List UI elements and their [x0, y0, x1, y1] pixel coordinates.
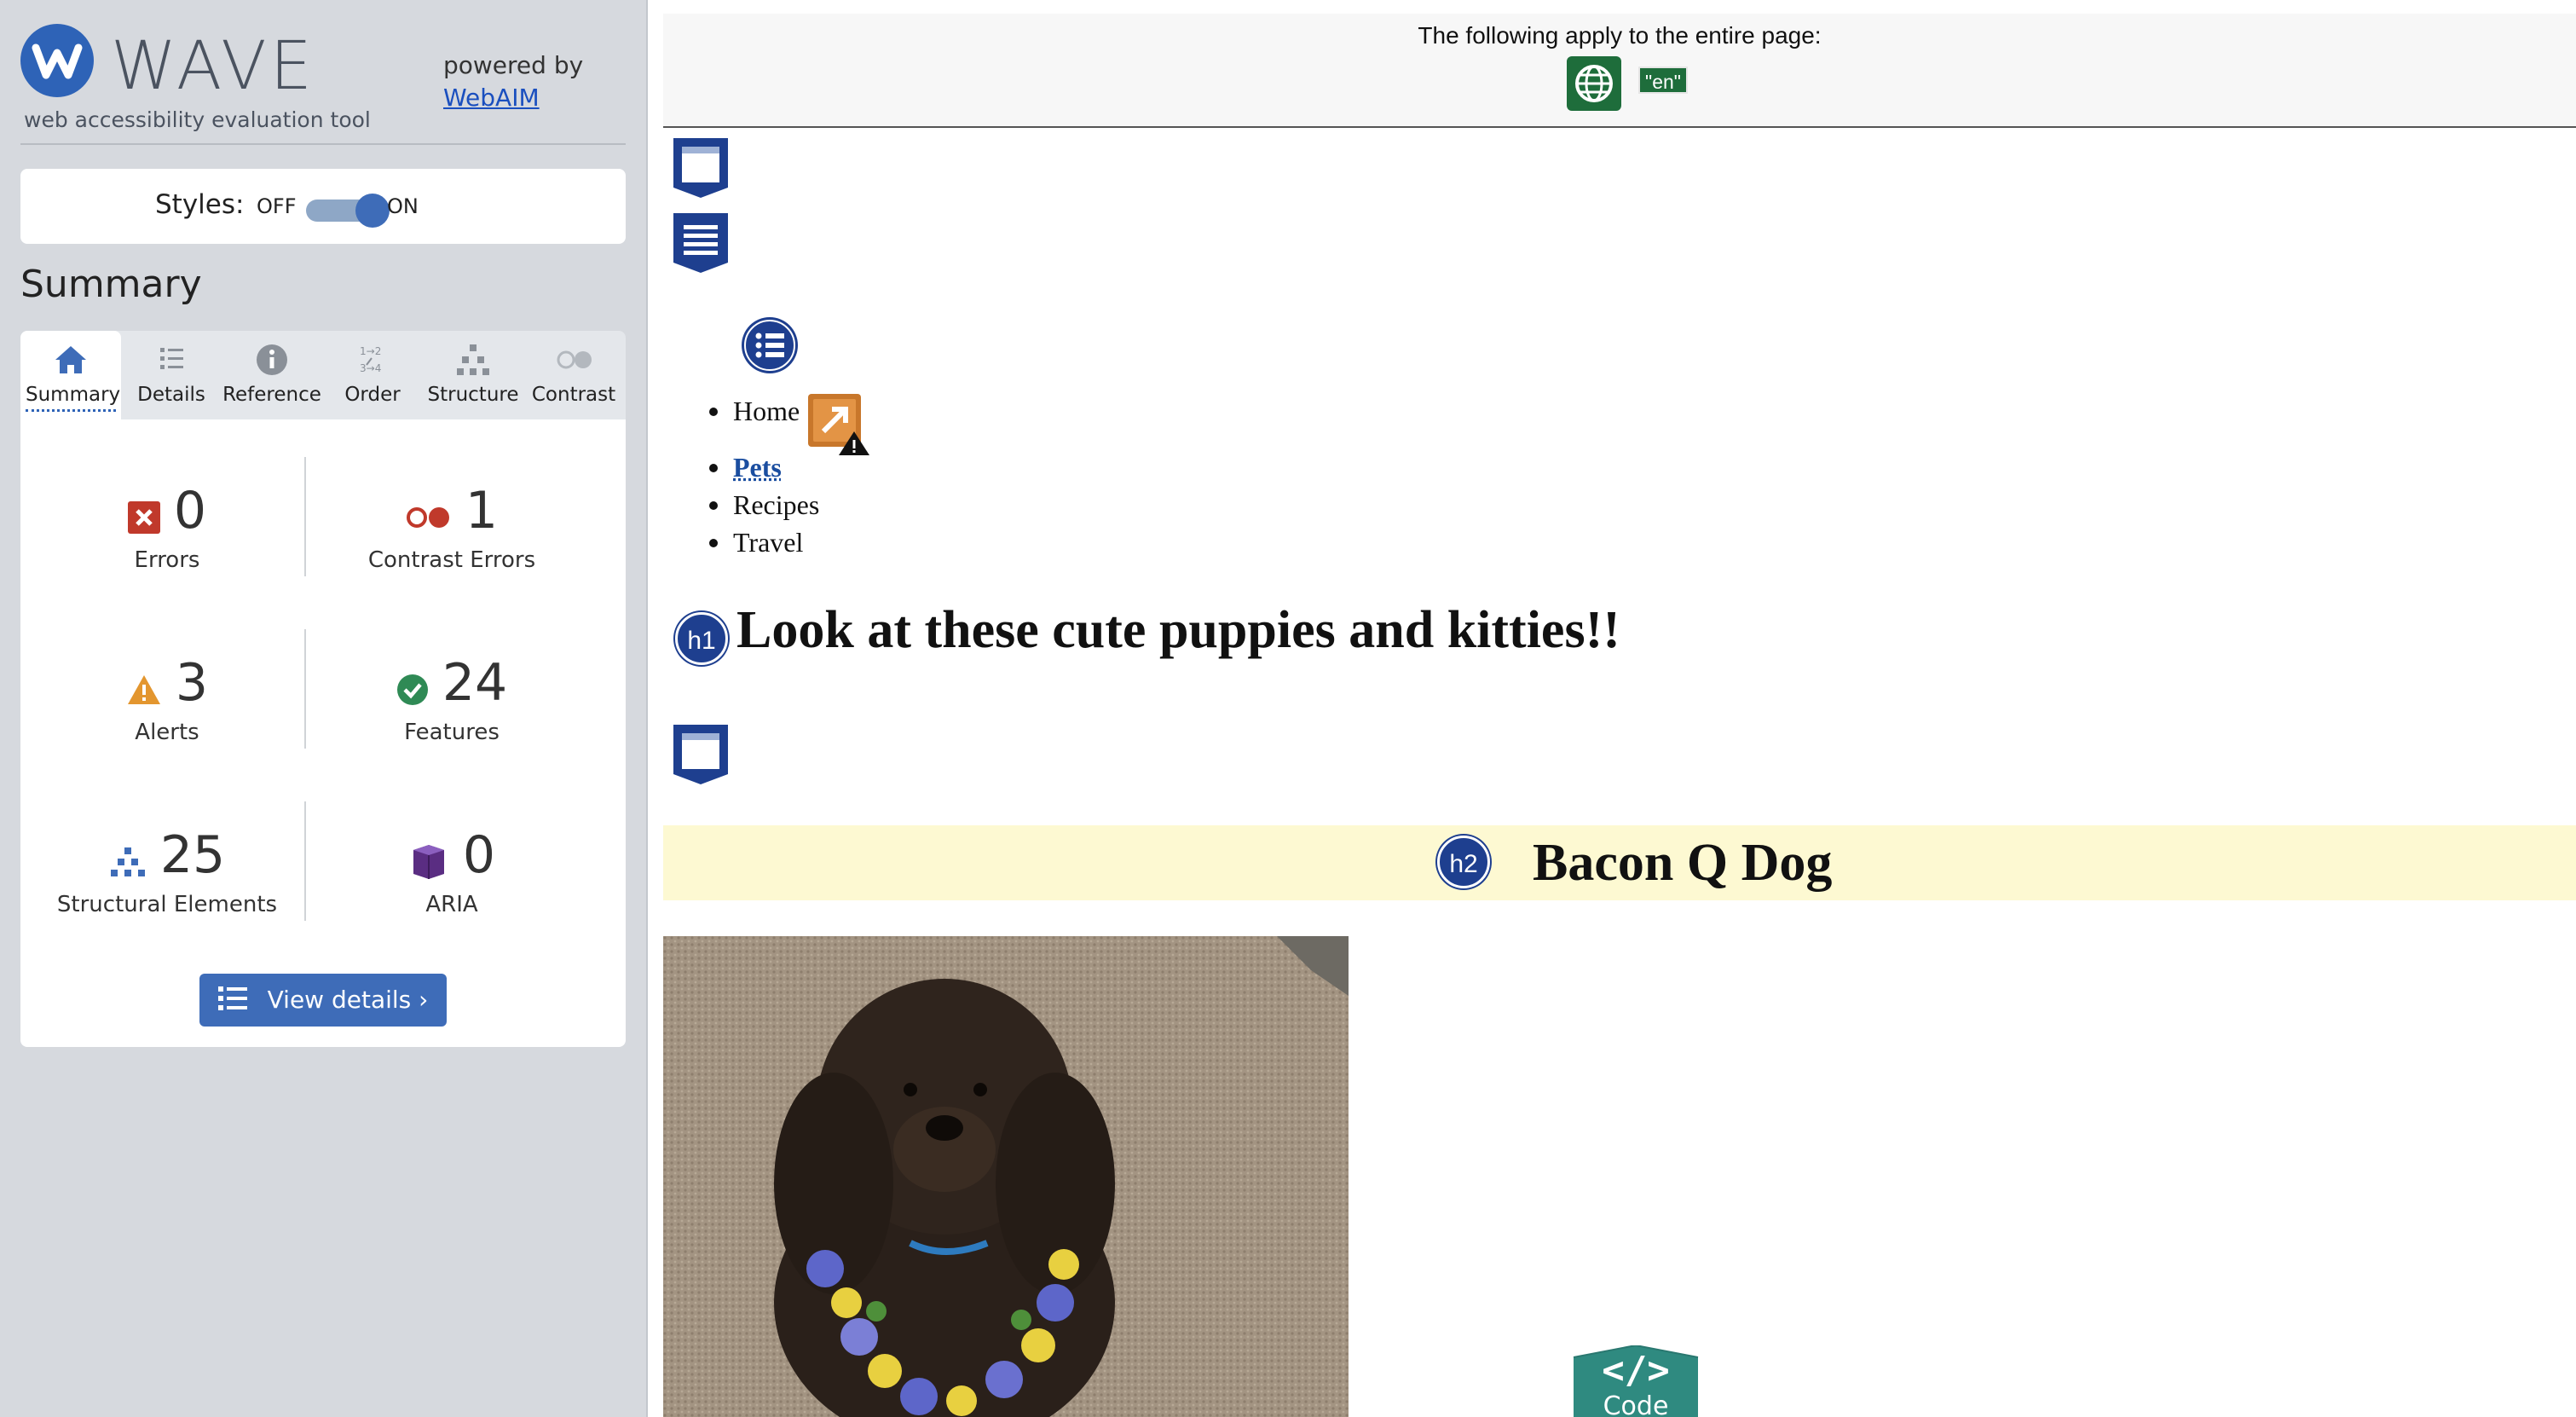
- language-badge[interactable]: "en": [1638, 67, 1688, 94]
- tab-structure-label: Structure: [427, 384, 519, 406]
- stat-contrast-errors[interactable]: 1 Contrast Errors: [315, 481, 588, 573]
- page-heading-h1: Look at these cute puppies and kitties!!: [736, 601, 1620, 659]
- structure-icon: [109, 846, 147, 882]
- list-icon: [217, 986, 247, 1010]
- stat-aria[interactable]: 0 ARIA: [315, 825, 588, 917]
- tab-contrast-label: Contrast: [531, 384, 616, 406]
- code-icon: </>: [1602, 1349, 1670, 1392]
- nav-item-recipes[interactable]: Recipes: [708, 486, 819, 523]
- tab-structure[interactable]: Structure: [423, 331, 523, 419]
- alerts-label: Alerts: [135, 720, 199, 745]
- styles-on-label: ON: [387, 194, 419, 218]
- svg-text:1→2: 1→2: [360, 345, 381, 357]
- tab-summary-label: Summary: [26, 384, 120, 412]
- section-heading-h2: Bacon Q Dog: [1533, 834, 1833, 892]
- order-icon: 1→2 3→4: [322, 343, 423, 377]
- tab-order[interactable]: 1→2 3→4 Order: [322, 331, 423, 419]
- dog-photo: [663, 936, 1349, 1417]
- feature-check-icon: [396, 674, 429, 709]
- divider: [304, 629, 306, 749]
- alert-icon: [126, 674, 162, 709]
- nav-item-pets[interactable]: Pets: [708, 448, 819, 486]
- styles-off-label: OFF: [257, 194, 297, 218]
- panel-tabs: Summary Details Reference 1→2 3→4 Order S…: [20, 331, 626, 419]
- errors-label: Errors: [134, 547, 200, 573]
- list-icon: [121, 343, 222, 377]
- styles-label: Styles:: [155, 189, 245, 220]
- hierarchy-icon: [423, 343, 523, 377]
- tab-reference[interactable]: Reference: [222, 331, 322, 419]
- webaim-link[interactable]: WebAIM: [443, 82, 583, 114]
- aria-cube-icon: [408, 842, 449, 886]
- divider: [304, 457, 306, 576]
- info-icon: [222, 343, 322, 377]
- powered-by-label: powered by: [443, 51, 584, 79]
- h2-heading-icon[interactable]: h2: [1437, 836, 1490, 888]
- redundant-link-alert-icon[interactable]: [805, 390, 871, 457]
- contrast-icon: [523, 343, 624, 377]
- code-toggle-button[interactable]: </> Code: [1557, 1345, 1715, 1417]
- header-region-icon[interactable]: [670, 135, 731, 201]
- tab-reference-label: Reference: [222, 384, 321, 406]
- code-button-label: Code: [1603, 1391, 1669, 1417]
- features-label: Features: [404, 720, 500, 745]
- aria-label: ARIA: [425, 892, 478, 917]
- contrast-errors-label: Contrast Errors: [367, 547, 536, 573]
- tab-contrast[interactable]: Contrast: [523, 331, 624, 419]
- tab-order-label: Order: [344, 384, 401, 406]
- contrast-errors-count: 1: [465, 481, 499, 541]
- nav-item-travel[interactable]: Travel: [708, 523, 819, 561]
- stat-features[interactable]: 24 Features: [315, 653, 588, 745]
- aria-count: 0: [462, 825, 496, 885]
- stat-alerts[interactable]: 3 Alerts: [31, 653, 303, 745]
- features-count: 24: [442, 653, 508, 713]
- page-level-banner: The following apply to the entire page: …: [663, 14, 2576, 128]
- wave-logo-subtitle: web accessibility evaluation tool: [24, 107, 371, 132]
- tab-details[interactable]: Details: [121, 331, 222, 419]
- home-icon: [20, 343, 121, 377]
- errors-count: 0: [173, 481, 207, 541]
- tab-summary[interactable]: Summary: [20, 331, 121, 419]
- wave-logo-icon: [20, 24, 94, 97]
- page-banner-text: The following apply to the entire page:: [1418, 22, 1822, 49]
- nav-list: Home Pets Recipes Travel: [708, 392, 819, 561]
- svg-text:3→4: 3→4: [360, 362, 381, 374]
- nav-item-home[interactable]: Home: [708, 392, 819, 430]
- structural-count: 25: [159, 825, 226, 885]
- summary-panel: 0 Errors 1 Contrast Errors 3 Alerts 24 F…: [20, 419, 626, 1047]
- summary-heading: Summary: [20, 263, 202, 306]
- error-icon: [127, 500, 160, 537]
- styles-toggle-card: Styles: OFF ON: [20, 169, 626, 244]
- h1-heading-icon[interactable]: h1: [675, 612, 728, 665]
- language-globe-icon[interactable]: [1567, 56, 1621, 111]
- divider: [304, 801, 306, 921]
- unordered-list-icon[interactable]: [740, 315, 800, 375]
- contrast-error-icon: [406, 505, 452, 534]
- evaluated-page: The following apply to the entire page: …: [663, 0, 2576, 1417]
- wave-logo-text: WAVE: [111, 28, 315, 105]
- main-region-icon[interactable]: [670, 721, 731, 788]
- wave-sidebar: WAVE web accessibility evaluation tool p…: [0, 0, 648, 1417]
- powered-by: powered by WebAIM: [443, 49, 583, 114]
- tab-details-label: Details: [137, 384, 205, 406]
- navigation-region-icon[interactable]: [670, 210, 731, 276]
- view-details-label: View details ›: [267, 986, 429, 1014]
- stat-errors[interactable]: 0 Errors: [31, 481, 303, 573]
- alerts-count: 3: [175, 653, 209, 713]
- structural-label: Structural Elements: [56, 892, 278, 917]
- stat-structural-elements[interactable]: 25 Structural Elements: [31, 825, 303, 917]
- divider: [20, 143, 626, 145]
- styles-toggle-knob[interactable]: [355, 194, 390, 228]
- view-details-button[interactable]: View details ›: [199, 974, 447, 1027]
